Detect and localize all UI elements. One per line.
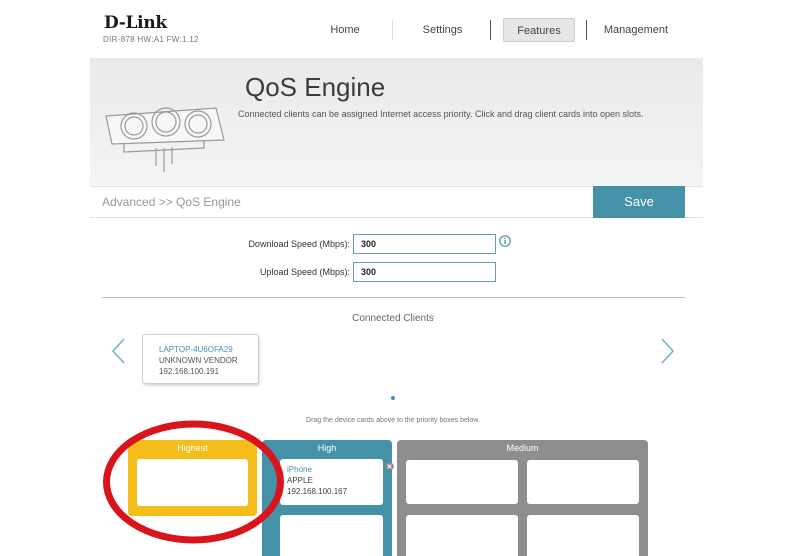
qos-engine-illustration (105, 107, 225, 172)
nav-divider (490, 20, 491, 40)
chevron-left-icon[interactable] (110, 337, 126, 365)
page-title: QoS Engine (245, 72, 386, 102)
nav-features[interactable]: Features (503, 18, 575, 42)
model-info: DIR-878 HW:A1 FW:1.12 (103, 35, 199, 44)
priority-title-medium: Medium (506, 443, 539, 453)
nav-settings[interactable]: Settings (405, 18, 480, 42)
chevron-right-icon[interactable] (660, 337, 676, 365)
header: D-Link DIR-878 HW:A1 FW:1.12 Home Settin… (0, 0, 800, 58)
client-card[interactable]: LAPTOP-4U6OFA29 UNKNOWN VENDOR 192.168.1… (142, 334, 259, 384)
empty-slot[interactable] (527, 460, 639, 504)
section-divider (102, 297, 685, 298)
nav-management[interactable]: Management (595, 18, 677, 42)
priority-box-medium[interactable]: Medium (397, 440, 648, 556)
device-card[interactable]: iPhone APPLE 192.168.100.167 (280, 459, 394, 505)
client-vendor: UNKNOWN VENDOR (159, 356, 238, 365)
device-name: iPhone (287, 465, 312, 474)
close-icon[interactable] (385, 462, 394, 471)
connected-clients-title: Connected Clients (352, 313, 434, 324)
empty-slot[interactable] (527, 515, 639, 556)
download-speed-label: Download Speed (Mbps): (248, 239, 350, 249)
client-name: LAPTOP-4U6OFA29 (159, 345, 233, 354)
device-vendor: APPLE (287, 476, 313, 485)
nav-divider (586, 20, 587, 40)
nav-divider (392, 20, 393, 40)
device-ip: 192.168.100.167 (287, 487, 348, 496)
empty-slot[interactable] (406, 515, 518, 556)
upload-speed-label: Upload Speed (Mbps): (259, 267, 350, 277)
upload-speed-input[interactable]: 300 (353, 262, 496, 282)
download-speed-input[interactable]: 300 (353, 234, 496, 254)
breadcrumb: Advanced >> QoS Engine (102, 195, 241, 209)
empty-slot[interactable] (280, 515, 383, 556)
empty-slot[interactable] (406, 460, 518, 504)
save-button[interactable]: Save (593, 186, 685, 218)
client-ip: 192.168.100.191 (159, 367, 220, 376)
info-icon[interactable] (499, 235, 511, 247)
page-description: Connected clients can be assigned Intern… (238, 109, 644, 119)
nav-home[interactable]: Home (310, 18, 380, 42)
annotation-circle (103, 420, 284, 544)
dlink-logo[interactable]: D-Link (104, 13, 167, 33)
carousel-page-dot[interactable] (391, 396, 395, 400)
